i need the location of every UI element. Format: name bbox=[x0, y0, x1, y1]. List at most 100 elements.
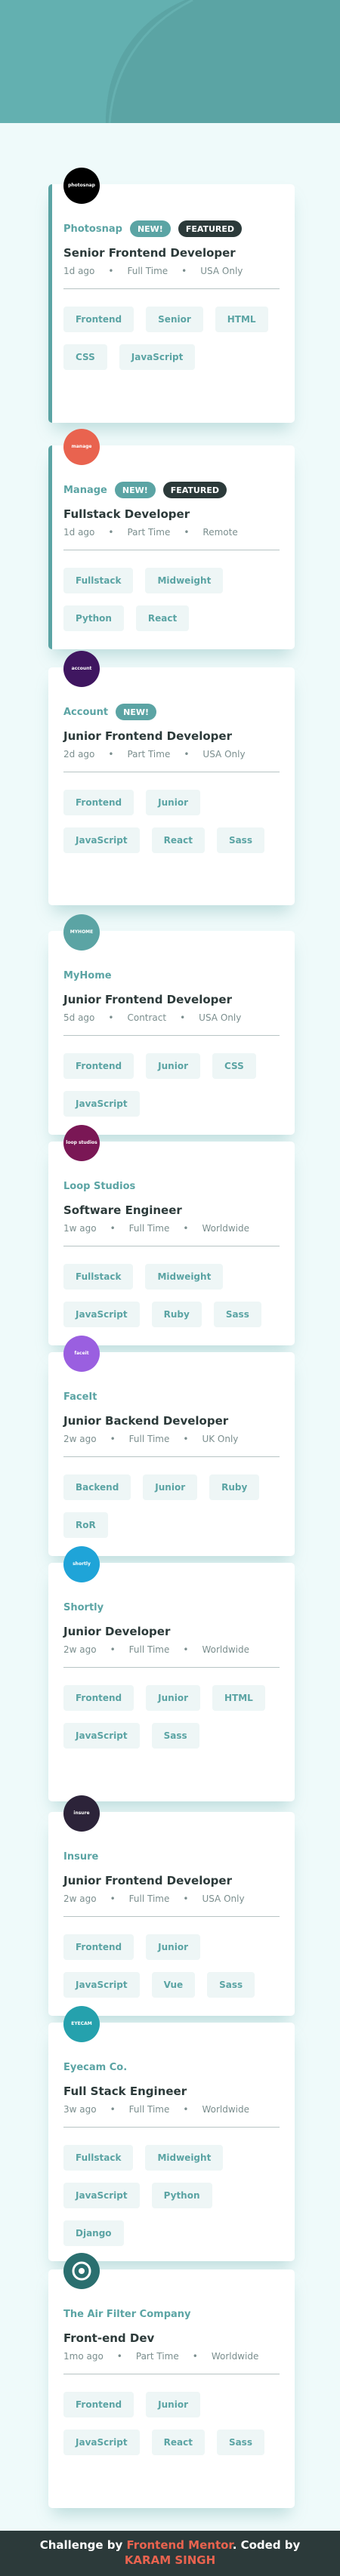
job-title-link[interactable]: Software Engineer bbox=[63, 1203, 182, 1217]
contract-type: Full Time bbox=[128, 1644, 170, 1655]
filter-tag[interactable]: JavaScript bbox=[63, 827, 140, 853]
job-title-link[interactable]: Junior Developer bbox=[63, 1625, 170, 1638]
separator-dot: • bbox=[110, 2104, 116, 2115]
filter-tag[interactable]: React bbox=[135, 605, 190, 631]
separator-dot: • bbox=[110, 1893, 116, 1904]
job-card[interactable]: MYHOME MyHome Junior Frontend Developer 5d … bbox=[48, 914, 295, 1135]
company-logo: loop studios bbox=[63, 1125, 100, 1161]
company-logo: shortly bbox=[63, 1546, 100, 1582]
filter-tag[interactable]: Midweight bbox=[145, 2145, 224, 2171]
job-card[interactable]: faceit FaceIt Junior Backend Developer 2w a… bbox=[48, 1336, 295, 1556]
filter-tag[interactable]: JavaScript bbox=[63, 1972, 140, 1998]
frontend-mentor-link[interactable]: Frontend Mentor bbox=[127, 2538, 233, 2552]
filter-tag[interactable]: JavaScript bbox=[119, 344, 196, 370]
job-card[interactable]: manage Manage NEW! FEATURED Fullstack Develo… bbox=[48, 429, 295, 649]
job-card[interactable]: account Account NEW! Junior Frontend Develo… bbox=[48, 651, 295, 905]
separator-dot: • bbox=[183, 1893, 189, 1904]
separator-dot: • bbox=[183, 2104, 189, 2115]
job-card[interactable]: photosnap Photosnap NEW! FEATURED Senior Fro… bbox=[48, 168, 295, 423]
filter-tag[interactable]: JavaScript bbox=[63, 2183, 140, 2208]
filter-tag[interactable]: Python bbox=[63, 605, 124, 631]
filter-tag[interactable]: Frontend bbox=[63, 1053, 134, 1079]
filter-tag[interactable]: Junior bbox=[146, 1934, 200, 1960]
filter-tag[interactable]: Sass bbox=[216, 2430, 264, 2455]
job-title-link[interactable]: Junior Frontend Developer bbox=[63, 1874, 232, 1887]
job-card[interactable]: shortly Shortly Junior Developer 2w ago • Ful… bbox=[48, 1546, 295, 1801]
filter-tag[interactable]: Frontend bbox=[63, 307, 134, 332]
filter-tag[interactable]: JavaScript bbox=[63, 1723, 140, 1749]
job-title-link[interactable]: Full Stack Engineer bbox=[63, 2085, 187, 2098]
filter-tag[interactable]: CSS bbox=[63, 344, 107, 370]
filter-tag[interactable]: Fullstack bbox=[63, 568, 134, 593]
divider bbox=[63, 1456, 280, 1457]
company-name: MyHome bbox=[63, 969, 112, 981]
filter-tag[interactable]: CSS bbox=[212, 1053, 256, 1079]
divider bbox=[63, 288, 280, 289]
company-name: Account bbox=[63, 706, 109, 718]
filter-tag[interactable]: Junior bbox=[146, 1053, 200, 1079]
filter-tag[interactable]: Django bbox=[63, 2220, 124, 2246]
separator-dot: • bbox=[110, 1434, 116, 1444]
filter-tag[interactable]: Frontend bbox=[63, 1934, 134, 1960]
job-card[interactable]: The Air Filter Company Front-end Dev 1mo a… bbox=[48, 2253, 295, 2508]
filter-tag[interactable]: HTML bbox=[212, 1685, 265, 1711]
filter-tag[interactable]: HTML bbox=[215, 307, 268, 332]
filter-tag[interactable]: Midweight bbox=[145, 568, 224, 593]
filter-tag[interactable]: Fullstack bbox=[63, 2145, 134, 2171]
separator-dot: • bbox=[183, 1644, 189, 1655]
job-card[interactable]: loop studios Loop Studios Software Enginee… bbox=[48, 1125, 295, 1345]
filter-tag[interactable]: Midweight bbox=[145, 1264, 224, 1290]
filter-tag[interactable]: Ruby bbox=[151, 1302, 202, 1327]
company-name: Shortly bbox=[63, 1601, 104, 1613]
filter-tag[interactable]: Sass bbox=[207, 1972, 255, 1998]
filter-tag[interactable]: Python bbox=[151, 2183, 212, 2208]
job-card[interactable]: EYECAM Eyecam Co. Full Stack Engineer 3w ag… bbox=[48, 2006, 295, 2261]
author-link[interactable]: KARAM SINGH bbox=[125, 2553, 215, 2567]
company-logo bbox=[63, 2253, 100, 2289]
filter-tag[interactable]: RoR bbox=[63, 1512, 108, 1538]
filter-tag[interactable]: Sass bbox=[213, 1302, 261, 1327]
job-meta: 2w ago • Full Time • Worldwide bbox=[63, 1644, 249, 1655]
featured-badge: FEATURED bbox=[162, 482, 227, 498]
filter-tag[interactable]: JavaScript bbox=[63, 1091, 140, 1117]
filter-tag[interactable]: Junior bbox=[146, 2392, 200, 2417]
filter-tag[interactable]: Backend bbox=[63, 1474, 131, 1500]
filter-tag[interactable]: Junior bbox=[143, 1474, 198, 1500]
job-title-link[interactable]: Front-end Dev bbox=[63, 2331, 154, 2345]
job-meta: 1d ago • Part Time • Remote bbox=[63, 527, 238, 538]
filter-tag[interactable]: React bbox=[151, 827, 205, 853]
company-row: MyHome bbox=[63, 966, 112, 985]
job-title-link[interactable]: Junior Backend Developer bbox=[63, 1414, 228, 1428]
filter-tag[interactable]: Senior bbox=[146, 307, 203, 332]
filter-tag[interactable]: JavaScript bbox=[63, 1302, 140, 1327]
filter-tag[interactable]: Ruby bbox=[209, 1474, 260, 1500]
job-location: USA Only bbox=[200, 266, 243, 276]
company-name: Manage bbox=[63, 484, 107, 496]
filter-tag[interactable]: Frontend bbox=[63, 790, 134, 815]
filter-tag[interactable]: Sass bbox=[151, 1723, 199, 1749]
company-row: Eyecam Co. bbox=[63, 2057, 127, 2077]
filter-tag[interactable]: JavaScript bbox=[63, 2430, 140, 2455]
filter-tag[interactable]: Vue bbox=[151, 1972, 196, 1998]
tag-list: Frontend Junior CSS JavaScript bbox=[63, 1053, 280, 1117]
filter-tag[interactable]: Fullstack bbox=[63, 1264, 134, 1290]
job-title-link[interactable]: Senior Frontend Developer bbox=[63, 246, 236, 260]
filter-tag[interactable]: Sass bbox=[216, 827, 264, 853]
filter-tag[interactable]: Junior bbox=[146, 1685, 200, 1711]
separator-dot: • bbox=[183, 1434, 189, 1444]
separator-dot: • bbox=[108, 527, 114, 538]
company-name: Eyecam Co. bbox=[63, 2061, 128, 2073]
filter-tag[interactable]: Frontend bbox=[63, 2392, 134, 2417]
company-name: Insure bbox=[63, 1850, 99, 1863]
job-card[interactable]: insure Insure Junior Frontend Developer 2w … bbox=[48, 1795, 295, 2016]
filter-tag[interactable]: Frontend bbox=[63, 1685, 134, 1711]
job-title-link[interactable]: Junior Frontend Developer bbox=[63, 729, 232, 743]
divider bbox=[63, 1916, 280, 1917]
company-row: Account NEW! bbox=[63, 702, 157, 722]
job-location: Remote bbox=[202, 527, 238, 538]
contract-type: Full Time bbox=[128, 1223, 170, 1234]
filter-tag[interactable]: React bbox=[151, 2430, 205, 2455]
filter-tag[interactable]: Junior bbox=[146, 790, 200, 815]
job-title-link[interactable]: Fullstack Developer bbox=[63, 507, 190, 521]
job-title-link[interactable]: Junior Frontend Developer bbox=[63, 993, 232, 1006]
